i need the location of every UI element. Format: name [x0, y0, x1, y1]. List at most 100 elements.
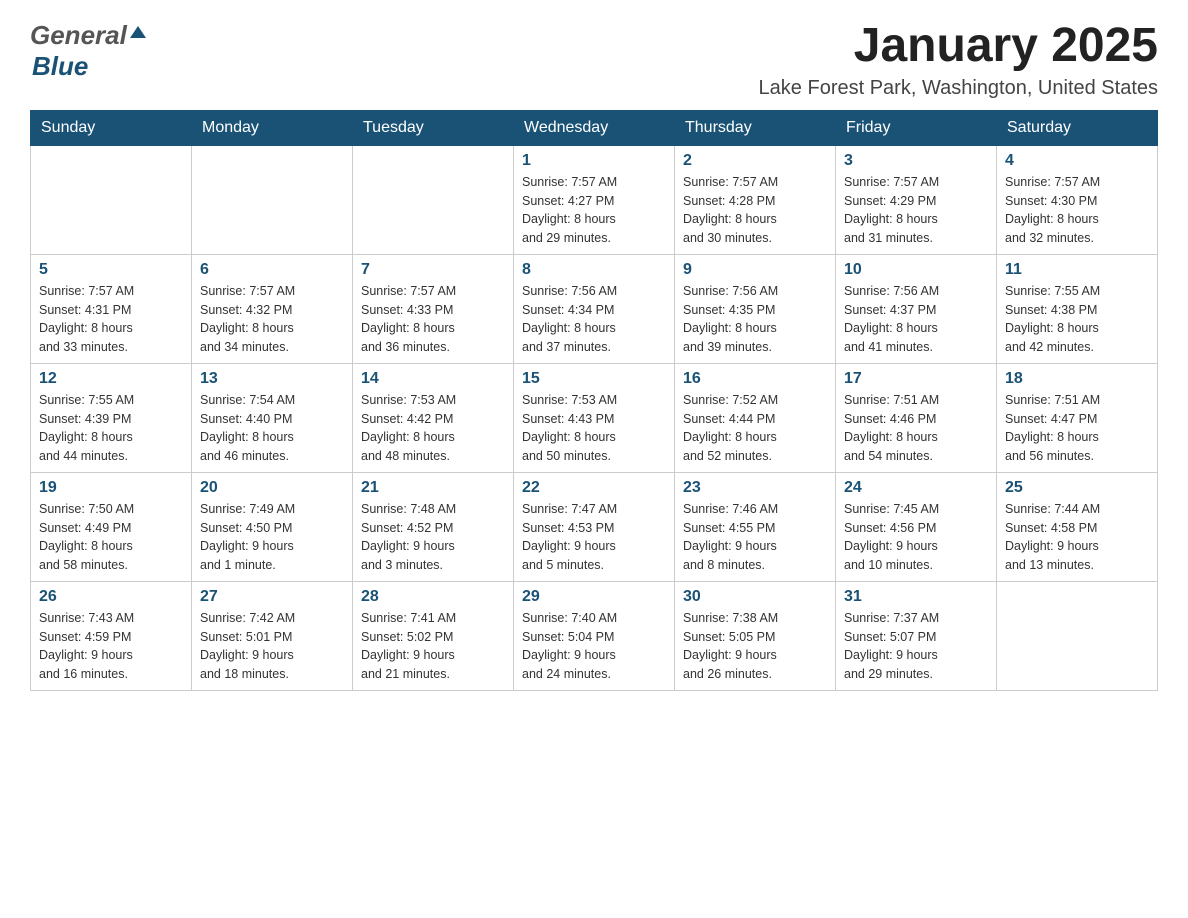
calendar-week-row: 26 Sunrise: 7:43 AMSunset: 4:59 PMDayligh… [31, 581, 1158, 690]
table-row [31, 145, 192, 254]
header-thursday: Thursday [675, 110, 836, 145]
day-number: 9 [683, 261, 827, 279]
day-number: 10 [844, 261, 988, 279]
day-info: Sunrise: 7:56 AMSunset: 4:34 PMDaylight:… [522, 282, 666, 357]
day-number: 13 [200, 370, 344, 388]
day-number: 12 [39, 370, 183, 388]
day-number: 27 [200, 588, 344, 606]
header-wednesday: Wednesday [514, 110, 675, 145]
day-info: Sunrise: 7:57 AMSunset: 4:31 PMDaylight:… [39, 282, 183, 357]
day-info: Sunrise: 7:38 AMSunset: 5:05 PMDaylight:… [683, 609, 827, 684]
table-row: 14Sunrise: 7:53 AMSunset: 4:42 PMDayligh… [353, 363, 514, 472]
table-row: 13 Sunrise: 7:54 AMSunset: 4:40 PMDayligh… [192, 363, 353, 472]
day-info: Sunrise: 7:42 AMSunset: 5:01 PMDaylight:… [200, 609, 344, 684]
day-number: 4 [1005, 152, 1149, 170]
month-title: January 2025 [759, 20, 1158, 73]
day-info: Sunrise: 7:51 AMSunset: 4:47 PMDaylight:… [1005, 391, 1149, 466]
day-number: 6 [200, 261, 344, 279]
header-saturday: Saturday [997, 110, 1158, 145]
header-friday: Friday [836, 110, 997, 145]
table-row: 31 Sunrise: 7:37 AMSunset: 5:07 PMDayligh… [836, 581, 997, 690]
table-row: 15Sunrise: 7:53 AMSunset: 4:43 PMDayligh… [514, 363, 675, 472]
day-number: 26 [39, 588, 183, 606]
day-number: 29 [522, 588, 666, 606]
table-row: 7 Sunrise: 7:57 AMSunset: 4:33 PMDaylight… [353, 254, 514, 363]
title-area: January 2025 Lake Forest Park, Washingto… [759, 20, 1158, 100]
day-info: Sunrise: 7:43 AMSunset: 4:59 PMDaylight:… [39, 609, 183, 684]
table-row: 27 Sunrise: 7:42 AMSunset: 5:01 PMDayligh… [192, 581, 353, 690]
table-row [353, 145, 514, 254]
table-row: 19 Sunrise: 7:50 AMSunset: 4:49 PMDayligh… [31, 472, 192, 581]
day-number: 25 [1005, 479, 1149, 497]
table-row: 5Sunrise: 7:57 AMSunset: 4:31 PMDaylight… [31, 254, 192, 363]
day-number: 20 [200, 479, 344, 497]
table-row: 28 Sunrise: 7:41 AMSunset: 5:02 PMDayligh… [353, 581, 514, 690]
table-row: 9 Sunrise: 7:56 AMSunset: 4:35 PMDaylight… [675, 254, 836, 363]
day-number: 2 [683, 152, 827, 170]
table-row: 6 Sunrise: 7:57 AMSunset: 4:32 PMDaylight… [192, 254, 353, 363]
table-row: 21 Sunrise: 7:48 AMSunset: 4:52 PMDayligh… [353, 472, 514, 581]
header-tuesday: Tuesday [353, 110, 514, 145]
table-row: 26 Sunrise: 7:43 AMSunset: 4:59 PMDayligh… [31, 581, 192, 690]
day-info: Sunrise: 7:56 AMSunset: 4:37 PMDaylight:… [844, 282, 988, 357]
day-number: 24 [844, 479, 988, 497]
table-row: 11 Sunrise: 7:55 AMSunset: 4:38 PMDayligh… [997, 254, 1158, 363]
day-number: 21 [361, 479, 505, 497]
day-number: 30 [683, 588, 827, 606]
logo-triangle-icon [130, 24, 146, 45]
day-info: Sunrise: 7:44 AMSunset: 4:58 PMDaylight:… [1005, 500, 1149, 575]
day-info: Sunrise: 7:40 AMSunset: 5:04 PMDaylight:… [522, 609, 666, 684]
day-number: 7 [361, 261, 505, 279]
table-row: 25 Sunrise: 7:44 AMSunset: 4:58 PMDayligh… [997, 472, 1158, 581]
day-number: 16 [683, 370, 827, 388]
day-info: Sunrise: 7:45 AMSunset: 4:56 PMDaylight:… [844, 500, 988, 575]
day-number: 31 [844, 588, 988, 606]
table-row: 3 Sunrise: 7:57 AMSunset: 4:29 PMDaylight… [836, 145, 997, 254]
day-info: Sunrise: 7:56 AMSunset: 4:35 PMDaylight:… [683, 282, 827, 357]
day-number: 14 [361, 370, 505, 388]
day-number: 22 [522, 479, 666, 497]
logo: General Blue [30, 20, 146, 82]
table-row: 29 Sunrise: 7:40 AMSunset: 5:04 PMDayligh… [514, 581, 675, 690]
day-info: Sunrise: 7:57 AMSunset: 4:27 PMDaylight:… [522, 173, 666, 248]
day-info: Sunrise: 7:48 AMSunset: 4:52 PMDaylight:… [361, 500, 505, 575]
day-info: Sunrise: 7:41 AMSunset: 5:02 PMDaylight:… [361, 609, 505, 684]
day-info: Sunrise: 7:57 AMSunset: 4:29 PMDaylight:… [844, 173, 988, 248]
day-number: 17 [844, 370, 988, 388]
table-row: 1Sunrise: 7:57 AMSunset: 4:27 PMDaylight… [514, 145, 675, 254]
day-number: 3 [844, 152, 988, 170]
calendar-week-row: 12 Sunrise: 7:55 AMSunset: 4:39 PMDayligh… [31, 363, 1158, 472]
day-number: 28 [361, 588, 505, 606]
header-sunday: Sunday [31, 110, 192, 145]
day-info: Sunrise: 7:57 AMSunset: 4:30 PMDaylight:… [1005, 173, 1149, 248]
calendar-week-row: 1Sunrise: 7:57 AMSunset: 4:27 PMDaylight… [31, 145, 1158, 254]
table-row: 16 Sunrise: 7:52 AMSunset: 4:44 PMDayligh… [675, 363, 836, 472]
day-info: Sunrise: 7:52 AMSunset: 4:44 PMDaylight:… [683, 391, 827, 466]
table-row [997, 581, 1158, 690]
day-info: Sunrise: 7:49 AMSunset: 4:50 PMDaylight:… [200, 500, 344, 575]
table-row: 10 Sunrise: 7:56 AMSunset: 4:37 PMDayligh… [836, 254, 997, 363]
day-info: Sunrise: 7:46 AMSunset: 4:55 PMDaylight:… [683, 500, 827, 575]
location-subtitle: Lake Forest Park, Washington, United Sta… [759, 77, 1158, 100]
day-info: Sunrise: 7:57 AMSunset: 4:28 PMDaylight:… [683, 173, 827, 248]
table-row [192, 145, 353, 254]
day-number: 8 [522, 261, 666, 279]
day-info: Sunrise: 7:54 AMSunset: 4:40 PMDaylight:… [200, 391, 344, 466]
table-row: 2 Sunrise: 7:57 AMSunset: 4:28 PMDaylight… [675, 145, 836, 254]
table-row: 4 Sunrise: 7:57 AMSunset: 4:30 PMDaylight… [997, 145, 1158, 254]
day-info: Sunrise: 7:50 AMSunset: 4:49 PMDaylight:… [39, 500, 183, 575]
day-info: Sunrise: 7:57 AMSunset: 4:32 PMDaylight:… [200, 282, 344, 357]
table-row: 24 Sunrise: 7:45 AMSunset: 4:56 PMDayligh… [836, 472, 997, 581]
day-info: Sunrise: 7:37 AMSunset: 5:07 PMDaylight:… [844, 609, 988, 684]
day-number: 18 [1005, 370, 1149, 388]
day-info: Sunrise: 7:57 AMSunset: 4:33 PMDaylight:… [361, 282, 505, 357]
page-header: General Blue January 2025 Lake Forest Pa… [30, 20, 1158, 100]
table-row: 18 Sunrise: 7:51 AMSunset: 4:47 PMDayligh… [997, 363, 1158, 472]
day-info: Sunrise: 7:55 AMSunset: 4:38 PMDaylight:… [1005, 282, 1149, 357]
day-info: Sunrise: 7:55 AMSunset: 4:39 PMDaylight:… [39, 391, 183, 466]
day-number: 19 [39, 479, 183, 497]
table-row: 12 Sunrise: 7:55 AMSunset: 4:39 PMDayligh… [31, 363, 192, 472]
day-number: 23 [683, 479, 827, 497]
day-number: 11 [1005, 261, 1149, 279]
table-row: 17Sunrise: 7:51 AMSunset: 4:46 PMDayligh… [836, 363, 997, 472]
